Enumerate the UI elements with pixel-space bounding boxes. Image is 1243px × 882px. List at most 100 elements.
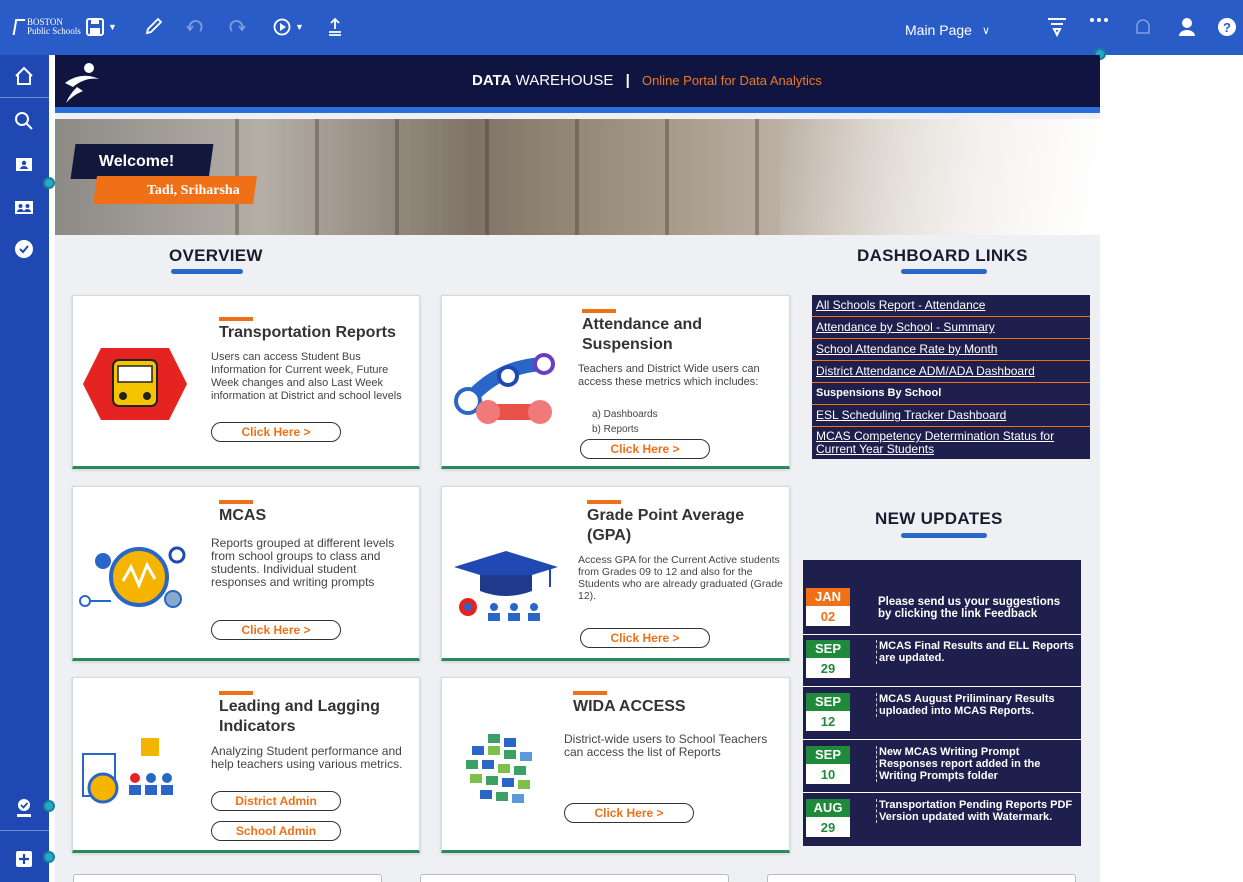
banner-pillar (395, 119, 399, 235)
share-icon (329, 17, 341, 36)
contact-card-icon (16, 158, 32, 171)
user-name-tag: Tadi, Sriharsha (93, 176, 257, 204)
card-title: WIDA ACCESS (573, 698, 686, 715)
shared-content-button[interactable] (12, 195, 36, 219)
svg-text:?: ? (1223, 20, 1231, 35)
save-button[interactable]: ▼ (86, 17, 117, 37)
card-description: Reports grouped at different levels from… (211, 536, 395, 589)
card-mcas: MCAS Reports grouped at different levels… (72, 486, 420, 661)
redo-button[interactable] (228, 17, 246, 35)
banner-fade (780, 119, 1100, 235)
update-date: SEP 29 (806, 640, 850, 680)
link-all-schools-attendance[interactable]: All Schools Report - Attendance (812, 295, 1090, 317)
card-transportation: Transportation Reports Users can access … (72, 295, 420, 469)
admin-button[interactable] (12, 796, 36, 820)
help-button[interactable]: ? (1217, 17, 1237, 37)
title-separator: | (625, 72, 630, 89)
page-selector-label: Main Page (905, 22, 972, 38)
search-icon (15, 112, 33, 130)
portal-tagline: Online Portal for Data Analytics (641, 73, 822, 88)
dashboard-links-underline (901, 269, 987, 274)
user-icon (1179, 18, 1195, 36)
welcome-text: Welcome! (98, 153, 175, 170)
share-button[interactable] (327, 17, 343, 37)
redo-icon (229, 20, 246, 32)
edit-button[interactable] (145, 17, 163, 35)
card-attendance: Attendance and Suspension Teachers and D… (441, 295, 790, 469)
card-list-item: b) Reports (592, 424, 639, 435)
bottom-card-stub (420, 874, 729, 882)
runner-logo-icon (65, 63, 99, 103)
attendance-click-button[interactable]: Click Here > (580, 439, 710, 459)
filter-button[interactable] (1047, 17, 1067, 37)
user-check-icon (17, 799, 31, 817)
mcas-click-button[interactable]: Click Here > (211, 620, 341, 640)
update-month: JAN (806, 588, 850, 606)
card-title: Grade Point Average (GPA) (587, 507, 745, 544)
more-button[interactable] (1089, 17, 1109, 23)
update-item: JAN 02 Please send us your suggestions b… (803, 583, 1081, 635)
logo-line2: Public Schools (27, 26, 81, 36)
welcome-banner: Welcome! Tadi, Sriharsha (55, 119, 1100, 235)
card-wida: WIDA ACCESS District-wide users to Schoo… (441, 677, 790, 853)
update-text: MCAS Final Results and ELL Reports are u… (876, 640, 1076, 664)
card-accent (582, 309, 616, 313)
bps-logo[interactable]: BOSTON Public Schools (12, 18, 81, 36)
gpa-click-button[interactable]: Click Here > (580, 628, 710, 648)
link-district-attendance-dashboard[interactable]: District Attendance ADM/ADA Dashboard (812, 361, 1090, 383)
run-button[interactable]: ▼ (273, 17, 304, 37)
add-button[interactable] (12, 847, 36, 871)
indicators-icon (82, 738, 173, 804)
rail-divider (0, 830, 49, 831)
card-title: Attendance and Suspension (582, 316, 703, 353)
card-title: Transportation Reports (219, 324, 396, 341)
home-button[interactable] (12, 64, 36, 88)
bottom-card-stub (73, 874, 382, 882)
update-day: 29 (806, 658, 850, 678)
check-circle-icon (15, 240, 33, 258)
update-item: AUG 29 Transportation Pending Reports PD… (803, 794, 1081, 846)
portal-title-bold: DATA (472, 72, 512, 89)
wida-click-button[interactable]: Click Here > (564, 803, 694, 823)
card-description: Analyzing Student performance and help t… (211, 744, 403, 771)
left-rail (0, 55, 55, 882)
district-admin-button[interactable]: District Admin (211, 791, 341, 811)
dashboard-canvas: DATA WAREHOUSE | Online Portal for Data … (55, 55, 1100, 882)
bottom-card-stub (767, 874, 1076, 882)
link-suspensions-by-school[interactable]: Suspensions By School (812, 383, 1090, 405)
bell-icon (1136, 19, 1150, 34)
card-title: Leading and Lagging Indicators (219, 698, 380, 735)
search-button[interactable] (12, 109, 36, 133)
link-mcas-competency[interactable]: MCAS Competency Determination Status for… (812, 427, 1090, 459)
link-attendance-by-school[interactable]: Attendance by School - Summary (812, 317, 1090, 339)
update-month: SEP (806, 640, 850, 658)
banner-pillar (575, 119, 579, 235)
update-day: 29 (806, 817, 850, 837)
new-updates-underline (901, 533, 987, 538)
page-selector[interactable]: Main Page ∨ (905, 22, 990, 38)
rail-handle[interactable] (43, 177, 55, 189)
update-text[interactable]: Please send us your suggestions by click… (876, 596, 1076, 620)
school-admin-button[interactable]: School Admin (211, 821, 341, 841)
help-icon: ? (1218, 18, 1236, 36)
portal-header: DATA WAREHOUSE | Online Portal for Data … (55, 55, 1100, 113)
link-attendance-rate-by-month[interactable]: School Attendance Rate by Month (812, 339, 1090, 361)
link-esl-scheduling-tracker[interactable]: ESL Scheduling Tracker Dashboard (812, 405, 1090, 427)
card-description: Users can access Student Bus Information… (211, 351, 402, 402)
undo-button[interactable] (186, 17, 204, 35)
updates-panel: JAN 02 Please send us your suggestions b… (803, 560, 1081, 846)
notifications-button[interactable] (1134, 17, 1152, 37)
chevron-down-icon: ▼ (108, 22, 117, 32)
save-icon (86, 18, 104, 36)
rail-handle[interactable] (43, 851, 55, 863)
pencil-icon (145, 17, 163, 35)
update-day: 10 (806, 764, 850, 784)
chevron-down-icon: ∨ (981, 24, 990, 37)
update-date: SEP 12 (806, 693, 850, 733)
rail-handle[interactable] (43, 800, 55, 812)
recent-button[interactable] (12, 237, 36, 261)
my-content-button[interactable] (12, 152, 36, 176)
transportation-click-button[interactable]: Click Here > (211, 422, 341, 442)
user-button[interactable] (1178, 17, 1196, 37)
update-date: SEP 10 (806, 746, 850, 786)
